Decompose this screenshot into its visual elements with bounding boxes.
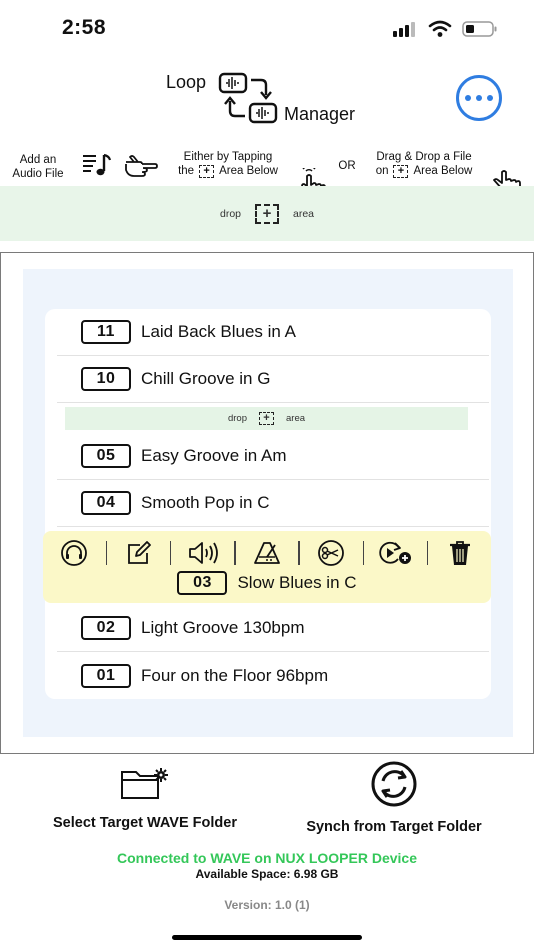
listen-button[interactable]	[43, 539, 106, 567]
loop-number-badge: 03	[177, 571, 228, 595]
loop-row[interactable]: 05 Easy Groove in Am	[57, 433, 489, 480]
loop-title: Laid Back Blues in A	[141, 322, 296, 341]
synch-label: Synch from Target Folder	[306, 819, 482, 835]
select-folder-label: Select Target WAVE Folder	[53, 815, 237, 831]
drop-area-label-left: drop	[219, 207, 241, 220]
add-audio-instruction: Add an Audio File	[6, 153, 70, 181]
loop-list-panel: 11 Laid Back Blues in A 10 Chill Groove …	[0, 252, 534, 754]
loop-number-badge: 04	[81, 491, 131, 515]
add-box-icon: +	[259, 412, 274, 425]
loop-number-badge: 02	[81, 616, 131, 640]
tap-line-2-suffix: Area Below	[219, 165, 278, 177]
delete-button[interactable]	[428, 539, 491, 567]
selected-loop-label: 03 Slow Blues in C	[43, 571, 491, 595]
battery-icon	[462, 21, 497, 37]
scissors-icon	[318, 540, 345, 566]
metronome-icon	[254, 542, 280, 564]
more-dot	[465, 95, 471, 101]
loop-row[interactable]: 02 Light Groove 130bpm	[57, 605, 489, 652]
loop-row[interactable]: 10 Chill Groove in G	[57, 356, 489, 403]
loop-row[interactable]: 11 Laid Back Blues in A	[57, 309, 489, 356]
speaker-volume-icon	[188, 542, 218, 564]
edit-button[interactable]	[107, 539, 170, 567]
trim-button[interactable]	[300, 539, 363, 567]
select-folder-button[interactable]: Select Target WAVE Folder	[30, 766, 260, 831]
music-list-icon	[83, 153, 112, 176]
version-label: Version: 1.0 (1)	[224, 898, 310, 912]
loop-title: Four on the Floor 96bpm	[141, 665, 329, 685]
loop-title: Smooth Pop in C	[141, 493, 270, 512]
loop-action-toolbar	[43, 539, 491, 567]
loop-list-background: 11 Laid Back Blues in A 10 Chill Groove …	[23, 269, 513, 737]
add-box-icon: +	[255, 203, 279, 224]
add-line-1: Add an	[19, 154, 57, 166]
cellular-signal-icon	[393, 22, 415, 37]
loop-title: Slow Blues in C	[237, 573, 357, 592]
loop-row[interactable]: 01 Four on the Floor 96bpm	[57, 652, 489, 699]
pointing-hand-icon	[125, 155, 158, 177]
loop-manager-logo-icon	[218, 72, 278, 124]
tap-instruction: Either by Tapping the + Area Below	[164, 150, 292, 178]
loop-list: 11 Laid Back Blues in A 10 Chill Groove …	[43, 309, 491, 699]
tap-line-1: Either by Tapping	[183, 151, 273, 163]
trash-icon	[449, 541, 470, 565]
connection-status: Connected to WAVE on NUX LOOPER Device	[116, 850, 417, 866]
more-options-button[interactable]	[456, 75, 502, 121]
sync-icon	[371, 761, 417, 807]
loop-number-badge: 10	[81, 367, 131, 391]
more-dot	[476, 95, 482, 101]
edit-icon	[127, 541, 151, 564]
status-time: 2:58	[62, 16, 107, 39]
home-indicator[interactable]	[172, 935, 362, 940]
drop-area-icon: +	[199, 164, 215, 178]
folder-settings-icon	[121, 768, 168, 799]
tempo-button[interactable]	[236, 539, 299, 567]
drop-area-icon: +	[393, 164, 409, 178]
drag-line-2: on + Area Below	[362, 164, 486, 178]
loop-row[interactable]: 04 Smooth Pop in C	[57, 480, 489, 527]
title-word-manager: Manager	[284, 104, 356, 124]
title-word-loop: Loop	[166, 72, 207, 92]
drop-area-label-right: area	[293, 207, 315, 220]
loop-title: Light Groove 130bpm	[141, 618, 305, 637]
drag-line-2-prefix: on	[375, 165, 389, 177]
tap-line-2: the + Area Below	[164, 164, 292, 178]
drop-area-label-left: drop	[227, 413, 247, 424]
loop-number-badge: 05	[81, 444, 131, 468]
tap-line-2-prefix: the	[178, 165, 195, 177]
top-drop-area[interactable]: drop + area	[0, 186, 534, 241]
volume-button[interactable]	[171, 539, 234, 567]
drag-line-1: Drag & Drop a File	[376, 151, 472, 163]
available-space: Available Space: 6.98 GB	[195, 867, 339, 881]
drag-line-2-suffix: Area Below	[413, 165, 473, 177]
app-title: Loop Manager	[160, 68, 380, 128]
synch-button[interactable]: Synch from Target Folder	[280, 760, 508, 835]
replay-add-icon	[379, 541, 412, 564]
loop-title: Chill Groove in G	[141, 369, 271, 388]
inline-drop-area[interactable]: drop + area	[65, 407, 468, 430]
status-bar: 2:58	[0, 0, 534, 60]
add-to-playlist-button[interactable]	[364, 539, 427, 567]
selected-loop-row[interactable]: 03 Slow Blues in C	[43, 531, 491, 603]
drop-area-label-right: area	[286, 413, 306, 424]
wifi-icon	[428, 20, 452, 37]
drag-instruction: Drag & Drop a File on + Area Below	[362, 150, 486, 178]
or-label: OR	[338, 160, 356, 172]
loop-number-badge: 01	[81, 663, 131, 688]
loop-title: Easy Groove in Am	[141, 446, 287, 465]
headphones-icon	[61, 540, 88, 566]
loop-number-badge: 11	[81, 320, 131, 344]
add-line-2: Audio File	[12, 168, 64, 180]
status-icons	[392, 20, 498, 38]
more-dot	[487, 95, 493, 101]
